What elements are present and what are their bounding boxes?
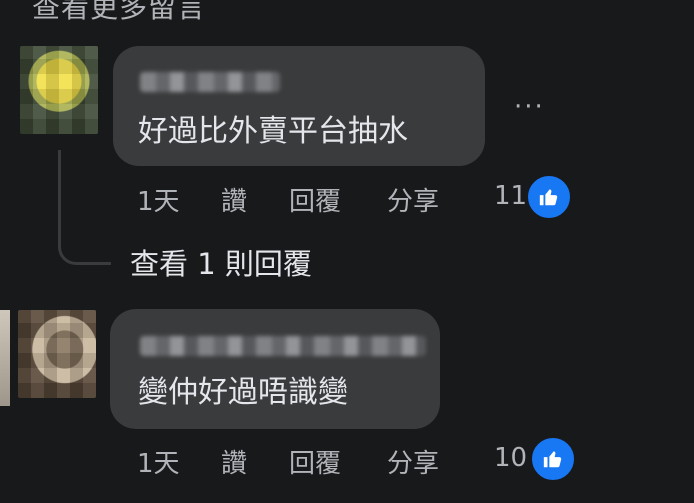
commenter-name-blurred[interactable] — [140, 72, 280, 92]
avatar[interactable] — [20, 46, 98, 134]
thumbs-up-glyph — [543, 451, 562, 468]
like-button[interactable]: 讚 — [221, 443, 247, 480]
like-button[interactable]: 讚 — [221, 181, 247, 218]
comment-text: 變仲好過唔識變 — [138, 375, 348, 410]
avatar[interactable] — [18, 310, 96, 398]
view-replies-link[interactable]: 查看 1 則回覆 — [130, 241, 312, 283]
reply-thread-connector — [58, 150, 111, 265]
view-more-comments-link[interactable]: 查看更多留言 — [32, 0, 206, 26]
share-button[interactable]: 分享 — [387, 181, 439, 218]
reply-button[interactable]: 回覆 — [289, 443, 341, 480]
thumbs-up-icon[interactable] — [525, 173, 573, 221]
comment-text: 好過比外賣平台抽水 — [138, 114, 408, 149]
comment-time-link[interactable]: 1天 — [137, 443, 180, 480]
thumbs-up-glyph — [539, 189, 558, 206]
thumbs-up-icon[interactable] — [529, 435, 577, 483]
commenter-name-blurred[interactable] — [140, 336, 426, 356]
avatar-edge — [0, 310, 10, 406]
more-options-icon[interactable]: ··· — [514, 92, 545, 122]
reply-button[interactable]: 回覆 — [289, 181, 341, 218]
share-button[interactable]: 分享 — [387, 443, 439, 480]
reaction-count[interactable]: 11 — [494, 181, 527, 211]
comment-time-link[interactable]: 1天 — [137, 181, 180, 218]
reaction-count[interactable]: 10 — [494, 443, 527, 473]
